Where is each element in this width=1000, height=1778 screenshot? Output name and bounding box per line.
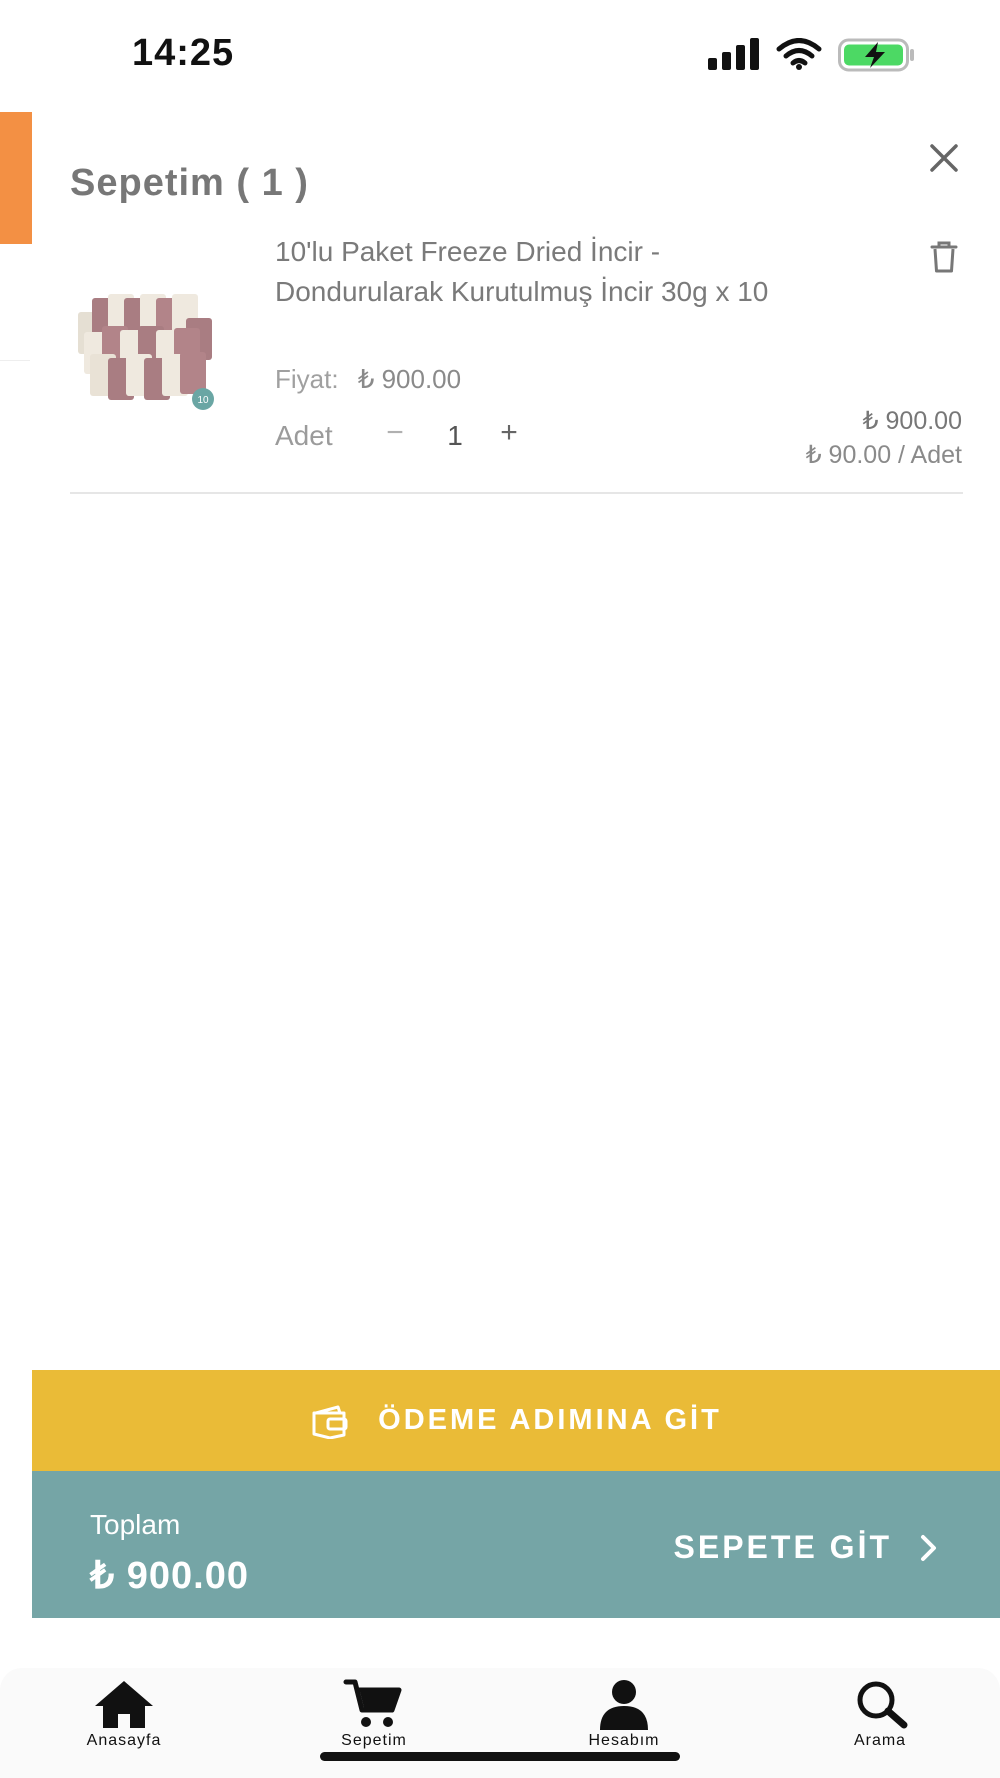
cart-title: Sepetim ( 1 ) <box>70 162 309 204</box>
trash-icon[interactable] <box>928 240 960 274</box>
signal-icon <box>708 38 759 70</box>
total-label: Toplam <box>90 1509 181 1540</box>
background-divider <box>0 360 30 361</box>
item-divider <box>70 492 963 494</box>
total-bar: Toplam ₺ 900.00 SEPETE GİT <box>32 1471 1000 1618</box>
cart-icon <box>343 1679 402 1727</box>
total-value: ₺ 900.00 <box>90 1555 249 1597</box>
close-icon[interactable] <box>924 138 964 178</box>
price-label: Fiyat: <box>275 364 339 394</box>
home-indicator <box>320 1752 680 1761</box>
tab-search[interactable]: Arama <box>810 1678 950 1758</box>
tab-home-label: Anasayfa <box>86 1732 162 1749</box>
search-icon <box>857 1681 908 1729</box>
checkout-button[interactable]: ÖDEME ADIMINA GİT <box>32 1370 1000 1471</box>
person-icon <box>600 1680 648 1730</box>
tab-cart[interactable]: Sepetim <box>304 1678 444 1758</box>
quantity-decrease-button[interactable]: − <box>378 416 412 452</box>
product-image[interactable]: 10 <box>76 292 220 412</box>
wallet-icon <box>312 1405 348 1439</box>
chevron-right-icon <box>921 1534 936 1561</box>
battery-charging-icon <box>838 38 914 72</box>
side-drawer-tab[interactable] <box>0 112 32 244</box>
go-to-cart-button[interactable]: SEPETE GİT <box>674 1529 940 1566</box>
quantity-increase-button[interactable]: + <box>492 416 526 452</box>
unit-price: ₺ 90.00 / Adet <box>805 441 962 469</box>
tab-account-label: Hesabım <box>588 1732 660 1749</box>
home-icon <box>95 1681 153 1728</box>
bottom-tab-bar: Anasayfa Sepetim Hesabım Arama <box>0 1668 1000 1778</box>
product-name[interactable]: 10'lu Paket Freeze Dried İncir - Donduru… <box>275 232 835 312</box>
tab-search-label: Arama <box>853 1732 907 1749</box>
checkout-label: ÖDEME ADIMINA GİT <box>378 1404 722 1436</box>
quantity-value: 1 <box>447 420 463 451</box>
status-bar: 14:25 <box>0 0 1000 100</box>
status-time: 14:25 <box>132 32 235 74</box>
tab-account[interactable]: Hesabım <box>554 1678 694 1758</box>
line-total: ₺ 900.00 <box>862 407 962 435</box>
price-row: Fiyat: ₺ 900.00 <box>275 364 461 395</box>
quantity-label: Adet <box>275 420 333 451</box>
wifi-icon <box>776 38 822 70</box>
go-to-cart-label: SEPETE GİT <box>673 1529 892 1565</box>
product-count-badge: 10 <box>197 395 209 406</box>
tab-cart-label: Sepetim <box>341 1732 407 1749</box>
price-value: ₺ 900.00 <box>357 364 462 394</box>
tab-home[interactable]: Anasayfa <box>54 1678 194 1758</box>
